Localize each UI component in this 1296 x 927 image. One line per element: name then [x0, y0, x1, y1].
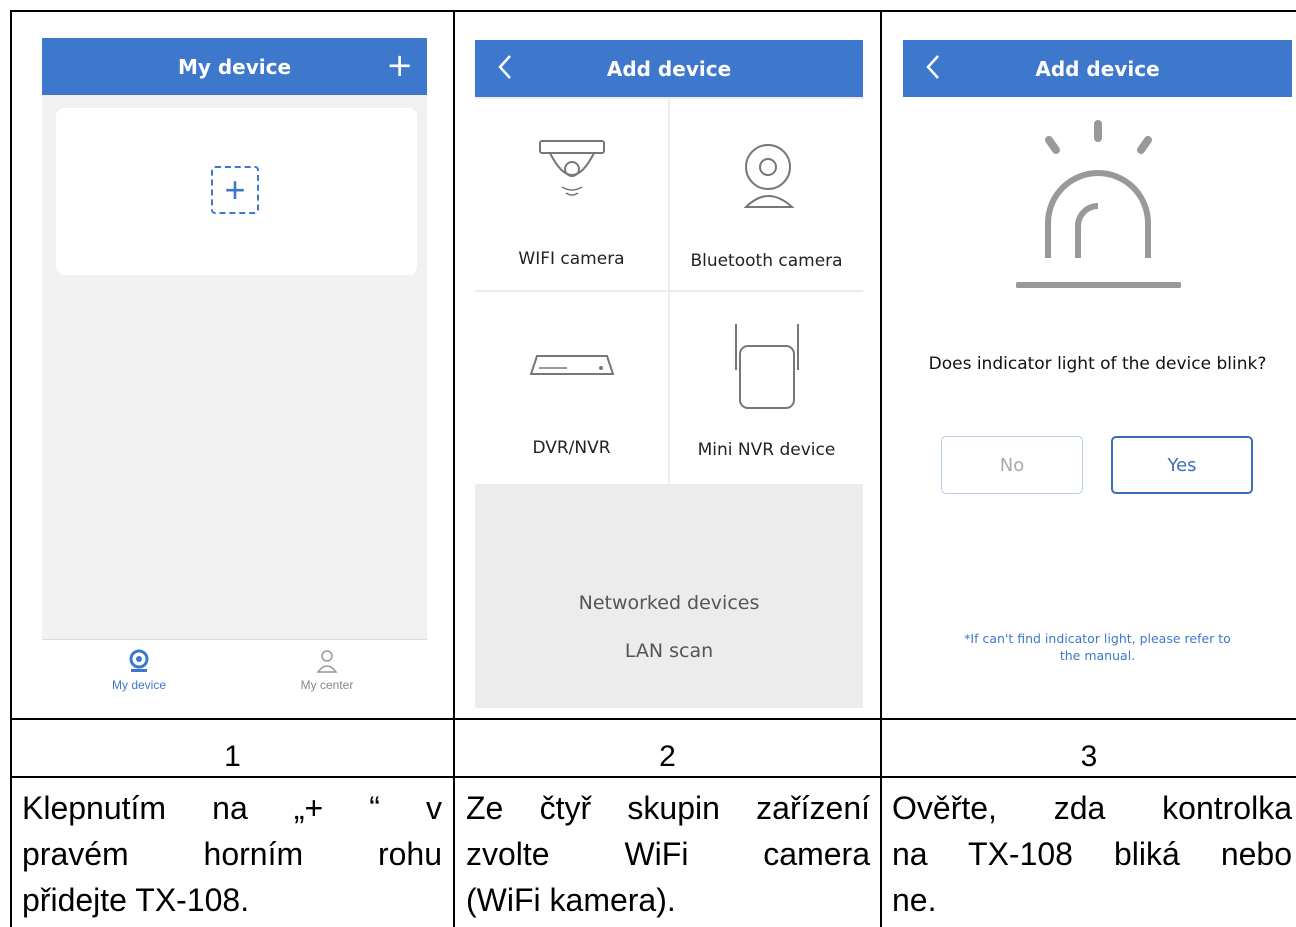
- tile-label: DVR/NVR: [532, 438, 611, 458]
- caption-line: (WiFi kamera).: [466, 882, 676, 918]
- screen-indicator-check: Add device Does indicator light of the d…: [903, 40, 1292, 708]
- caption-line: zvolte WiFi camera: [466, 836, 870, 872]
- hint-line: *If can't find indicator light, please r…: [964, 631, 1231, 646]
- tile-dvr-nvr[interactable]: DVR/NVR: [475, 292, 668, 484]
- table-border-top: [10, 10, 1296, 12]
- networked-devices-link[interactable]: Networked devices: [475, 592, 863, 614]
- hint-line: the manual.: [1059, 648, 1136, 663]
- step-number: 3: [1080, 740, 1098, 773]
- page-title: Add device: [606, 56, 732, 81]
- step-caption: Ověřte, zda kontrolka na TX-108 bliká ne…: [892, 785, 1292, 923]
- step-number: 2: [659, 740, 676, 773]
- tab-label: My device: [111, 678, 167, 692]
- manual-hint: *If can't find indicator light, please r…: [903, 630, 1292, 664]
- dvr-icon: [529, 355, 614, 375]
- table-col-divider-1: [453, 10, 455, 927]
- step-caption: Klepnutím na „+ “ v pravém horním rohu p…: [22, 785, 442, 923]
- table-border-left: [10, 10, 12, 927]
- add-device-card[interactable]: +: [56, 108, 417, 275]
- caption-line: pravém horním rohu: [22, 836, 442, 872]
- table-divider-1: [10, 718, 1296, 720]
- tile-bluetooth-camera[interactable]: Bluetooth camera: [670, 99, 863, 290]
- tile-wifi-camera[interactable]: WIFI camera: [475, 99, 668, 290]
- step-number: 1: [224, 740, 241, 773]
- lan-scan-link[interactable]: LAN scan: [475, 640, 863, 662]
- question-text: Does indicator light of the device blink…: [928, 354, 1267, 374]
- bluetooth-camera-icon: [743, 144, 795, 208]
- caption-line: Ověřte, zda kontrolka: [892, 790, 1292, 826]
- no-button[interactable]: No: [941, 436, 1083, 494]
- tile-label: WIFI camera: [518, 249, 625, 269]
- table-divider-2: [10, 776, 1296, 778]
- screen-my-device: My device + + My device My center: [42, 38, 427, 710]
- add-device-button[interactable]: +: [386, 46, 413, 84]
- alarm-light-icon: [1016, 120, 1181, 288]
- back-button[interactable]: [925, 53, 941, 86]
- tab-my-device[interactable]: My device: [79, 648, 199, 692]
- wifi-camera-icon: [538, 140, 605, 196]
- page-title: My device: [177, 54, 292, 79]
- table-col-divider-2: [880, 10, 882, 927]
- tab-bar: My device My center: [42, 639, 427, 710]
- tile-label: Bluetooth camera: [690, 251, 843, 271]
- step-caption: Ze čtyř skupin zařízení zvolte WiFi came…: [466, 785, 870, 923]
- chevron-left-icon: [498, 55, 511, 79]
- header-bar: Add device: [903, 40, 1292, 97]
- tile-label: Mini NVR device: [697, 440, 836, 460]
- person-icon: [316, 650, 338, 673]
- yes-button[interactable]: Yes: [1111, 436, 1253, 494]
- screen-add-device: Add device WIFI camera Bluetooth camera …: [475, 40, 863, 708]
- caption-line: přidejte TX-108.: [22, 882, 250, 918]
- camera-icon: [129, 649, 149, 672]
- plus-icon[interactable]: +: [211, 166, 259, 214]
- page-title: Add device: [1035, 56, 1160, 81]
- tab-my-center[interactable]: My center: [267, 648, 387, 692]
- chevron-left-icon: [926, 55, 939, 79]
- tab-label: My center: [300, 678, 354, 692]
- header-bar: Add device: [475, 40, 863, 97]
- caption-line: ne.: [892, 882, 937, 918]
- caption-line: na TX-108 bliká nebo: [892, 836, 1292, 872]
- back-button[interactable]: [497, 53, 513, 86]
- caption-line: Klepnutím na „+ “ v: [22, 790, 442, 826]
- tile-mini-nvr[interactable]: Mini NVR device: [670, 292, 863, 484]
- mini-nvr-icon: [734, 324, 799, 409]
- caption-line: Ze čtyř skupin zařízení: [466, 790, 870, 826]
- header-bar: My device +: [42, 38, 427, 95]
